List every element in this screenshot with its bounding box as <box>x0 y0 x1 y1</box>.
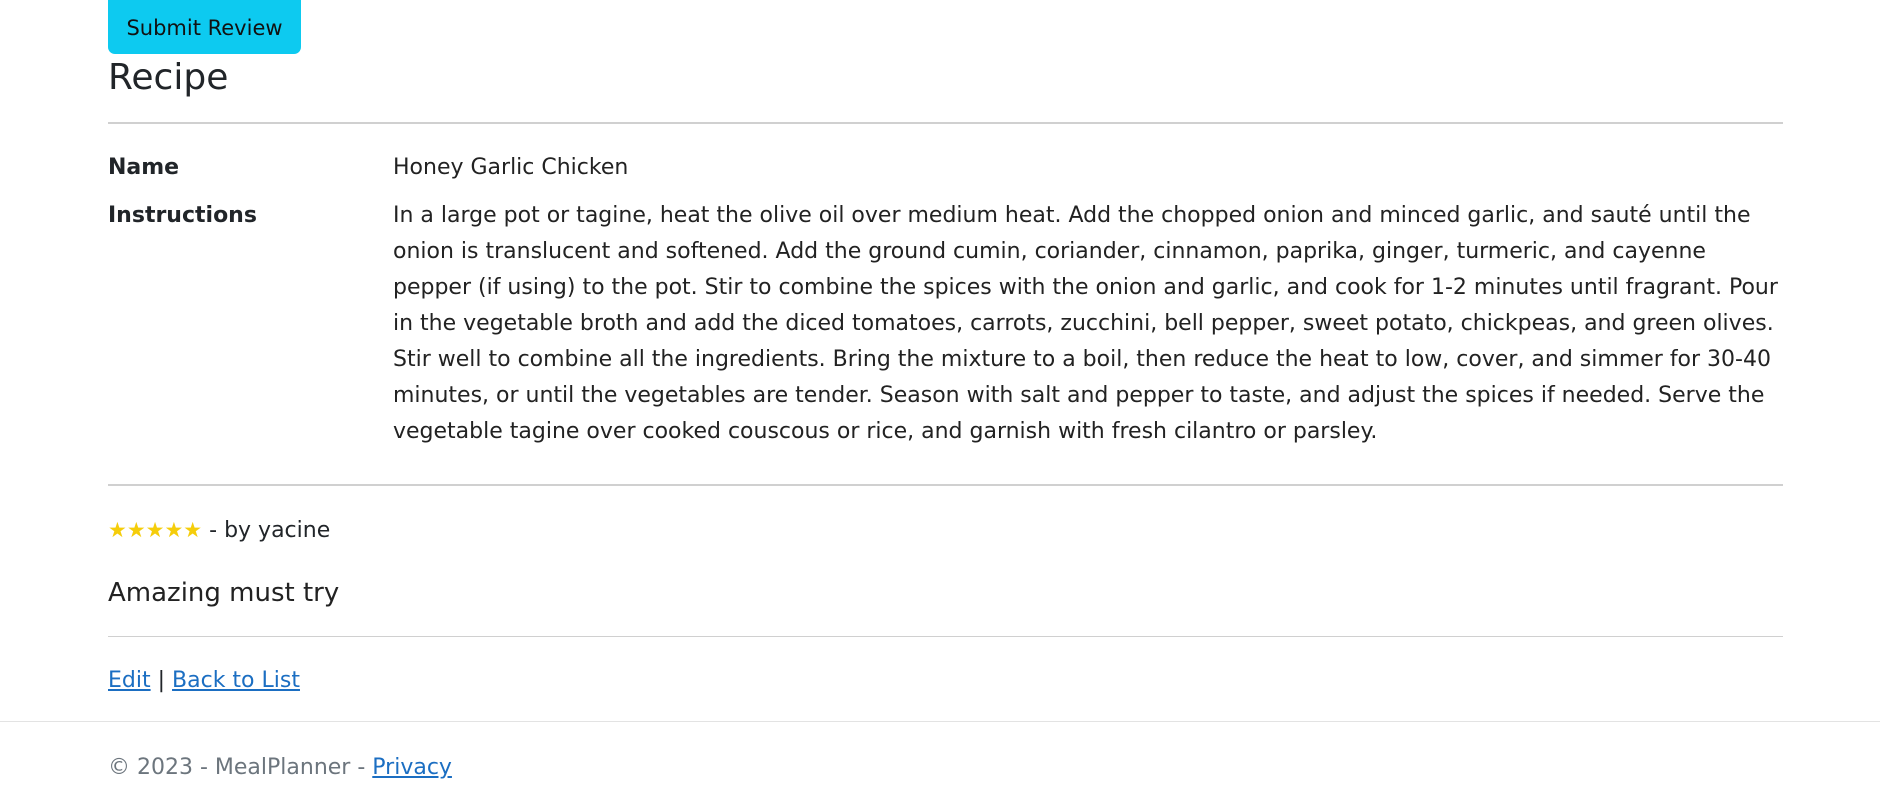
privacy-link[interactable]: Privacy <box>372 755 452 780</box>
divider-actions <box>108 636 1783 637</box>
back-to-list-link[interactable]: Back to List <box>172 668 300 693</box>
action-links: Edit | Back to List <box>108 663 300 699</box>
submit-review-button[interactable]: Submit Review <box>108 0 301 54</box>
divider-top <box>108 122 1783 124</box>
link-separator: | <box>157 668 166 693</box>
divider-review <box>108 484 1783 486</box>
star-rating-icon: ★★★★★ <box>108 518 203 542</box>
footer: © 2023 - MealPlanner - Privacy <box>108 750 452 786</box>
review-header: ★★★★★ - by yacine <box>108 512 330 549</box>
page-title: Recipe <box>108 57 229 98</box>
recipe-name: Honey Garlic Chicken <box>393 155 629 180</box>
review-text: Amazing must try <box>108 578 340 608</box>
instructions-label: Instructions <box>108 203 257 228</box>
name-label: Name <box>108 155 180 180</box>
edit-link[interactable]: Edit <box>108 668 151 693</box>
review-author: - by yacine <box>202 518 331 543</box>
recipe-instructions: In a large pot or tagine, heat the olive… <box>393 203 1778 444</box>
footer-divider <box>0 721 1880 722</box>
footer-copyright: © 2023 - MealPlanner - <box>108 755 373 780</box>
